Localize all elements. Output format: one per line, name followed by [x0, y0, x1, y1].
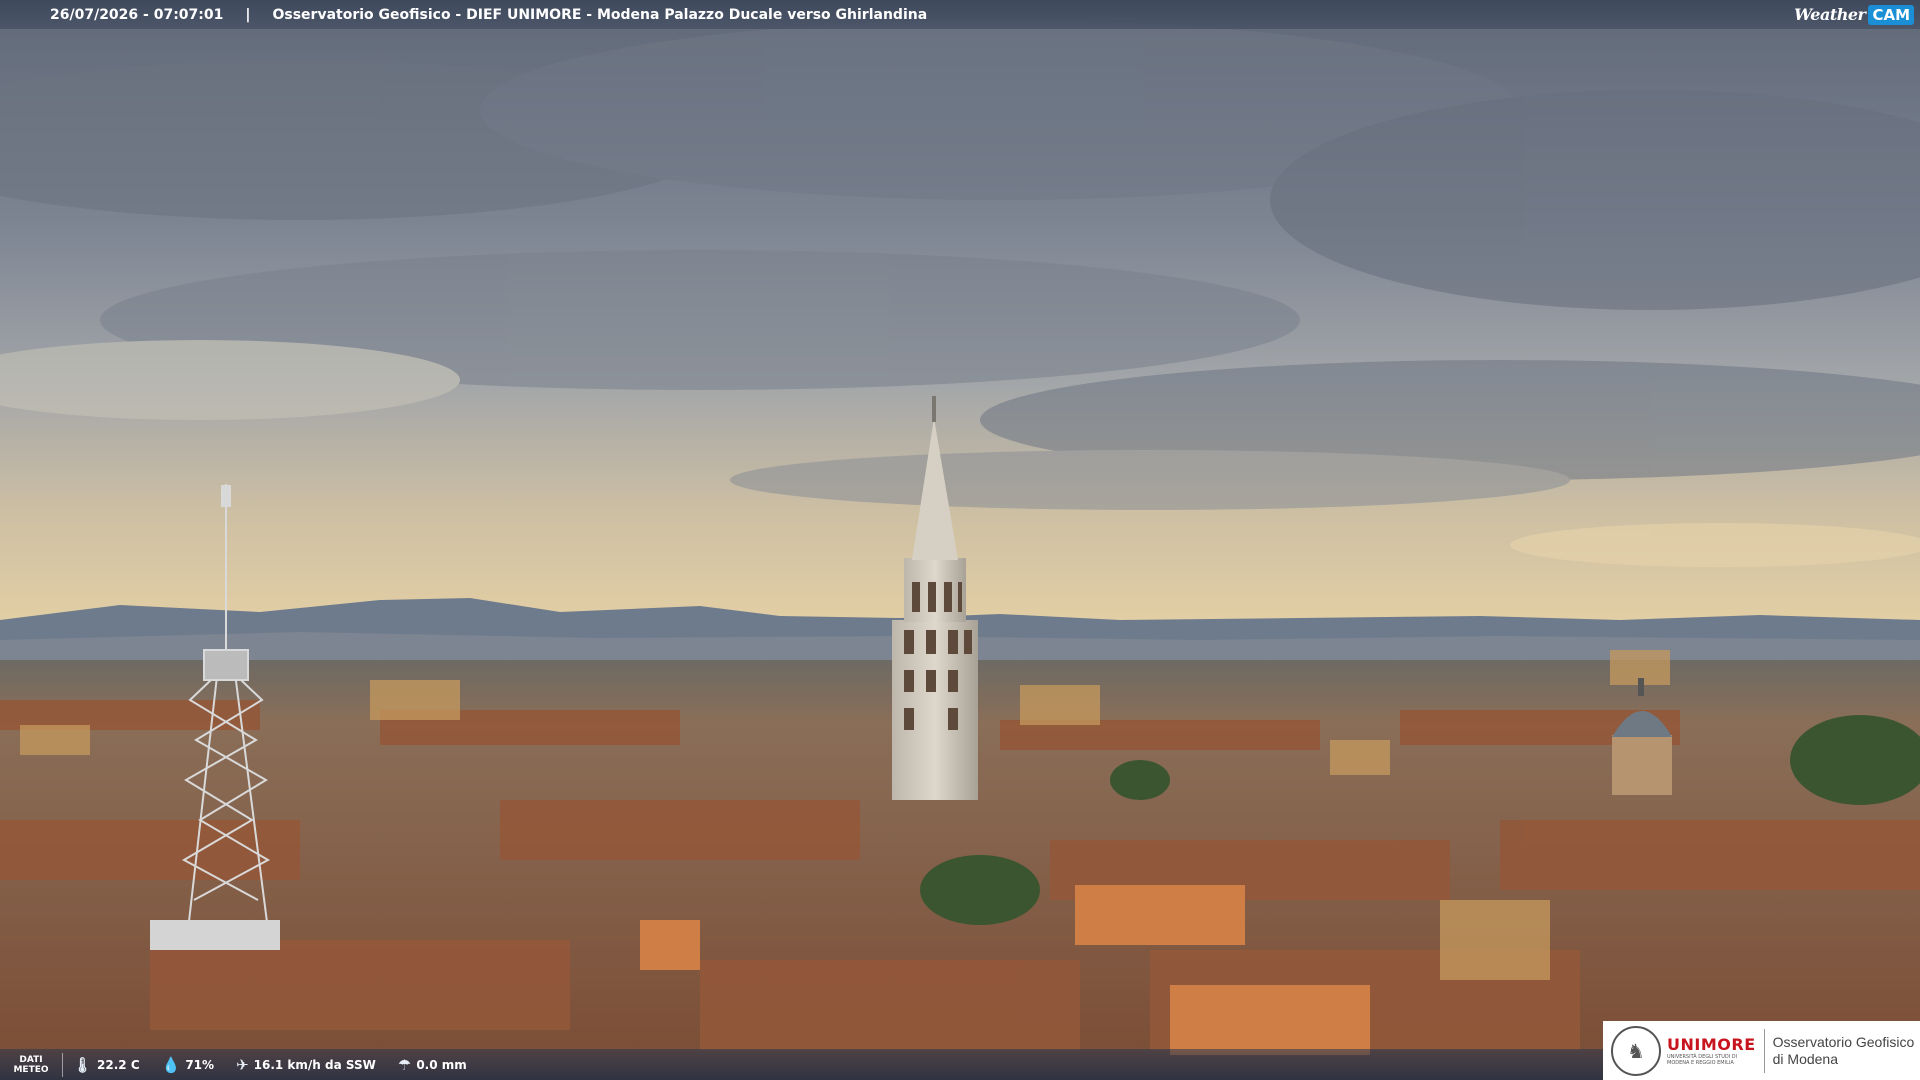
header-separator: | — [245, 6, 251, 23]
university-seal-icon: ♞ — [1611, 1025, 1661, 1076]
logo-divider — [1763, 1028, 1765, 1073]
rain-icon: ☂ — [397, 1055, 412, 1074]
wind-icon: ✈ — [236, 1055, 249, 1074]
observatory-name: Osservatorio Geofisico di Modena — [1772, 1033, 1915, 1067]
unimore-logo: ♞ UNIMORE UNIVERSITÀ DEGLI STUDI DI MODE… — [1603, 1021, 1920, 1080]
brand-cam: CAM — [1868, 4, 1914, 25]
temperature-reading: 🌡 22.2 C — [73, 1055, 140, 1074]
dati-meteo-label: DATI METEO — [0, 1052, 63, 1077]
thermometer-icon: 🌡 — [73, 1055, 93, 1074]
unimore-wordmark: UNIMORE UNIVERSITÀ DEGLI STUDI DI MODENA… — [1667, 1035, 1756, 1066]
droplet-icon: 💧 — [161, 1055, 181, 1074]
humidity-reading: 💧 71% — [161, 1055, 215, 1074]
wind-reading: ✈ 16.1 km/h da SSW — [236, 1055, 376, 1074]
webcam-photo — [0, 0, 1920, 1080]
antenna-base — [150, 920, 280, 950]
timestamp: 26/07/2026 - 07:07:01 — [50, 6, 224, 23]
weathercam-logo: Weather CAM — [1794, 4, 1914, 25]
rain-reading: ☂ 0.0 mm — [397, 1055, 467, 1074]
info-header: 26/07/2026 - 07:07:01 | Osservatorio Geo… — [0, 0, 1920, 29]
camera-title: Osservatorio Geofisico - DIEF UNIMORE - … — [272, 6, 928, 23]
brand-weather: Weather — [1794, 5, 1866, 24]
